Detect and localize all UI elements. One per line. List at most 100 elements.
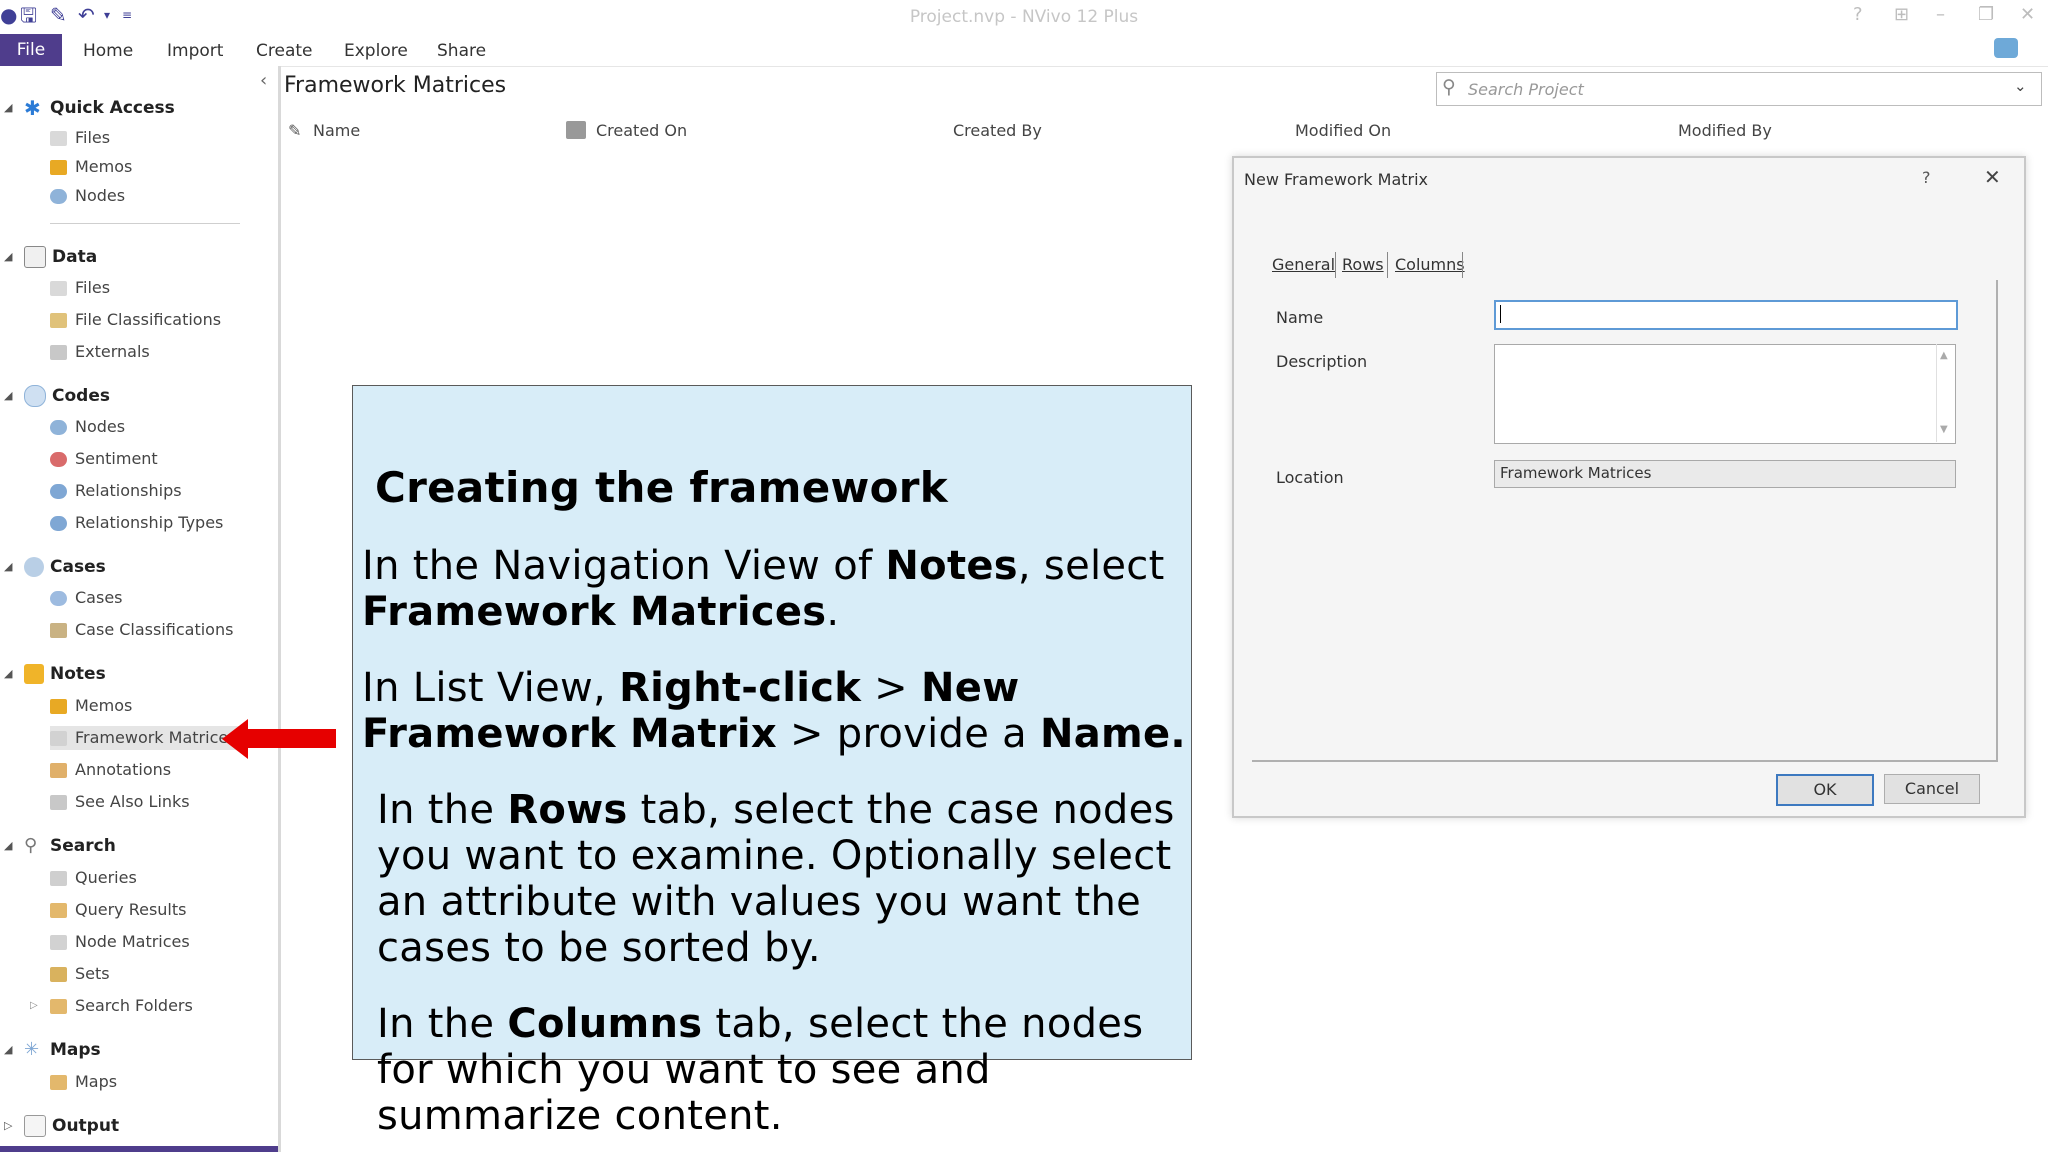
- minimize-icon[interactable]: –: [1936, 5, 1945, 25]
- nav-item-queries[interactable]: Queries: [50, 866, 137, 890]
- column-created-on[interactable]: Created On: [596, 121, 687, 140]
- expanded-icon: ◢: [4, 101, 13, 114]
- description-label: Description: [1276, 352, 1368, 371]
- ok-button[interactable]: OK: [1776, 774, 1874, 806]
- expanded-icon: ◢: [4, 667, 13, 680]
- relationships-icon: [50, 484, 67, 499]
- nav-group-search[interactable]: ◢ ⚲ Search: [4, 834, 116, 858]
- name-field[interactable]: [1494, 300, 1958, 330]
- data-icon: [24, 246, 46, 268]
- tab-explore[interactable]: Explore: [344, 41, 408, 61]
- tab-import[interactable]: Import: [167, 41, 223, 61]
- nav-item-code-nodes[interactable]: Nodes: [50, 415, 125, 439]
- nav-item-annotations[interactable]: Annotations: [50, 758, 171, 782]
- sets-icon: [50, 967, 67, 982]
- search-icon: ⚲: [1442, 76, 1456, 98]
- queries-icon: [50, 871, 67, 886]
- nav-item-data-files[interactable]: Files: [50, 276, 110, 300]
- nav-item-notes-memos[interactable]: Memos: [50, 694, 132, 718]
- nav-item-cases[interactable]: Cases: [50, 586, 123, 610]
- cases-icon: [24, 557, 44, 577]
- name-label: Name: [1276, 308, 1324, 327]
- query-results-icon: [50, 903, 67, 918]
- dialog-help-icon[interactable]: ?: [1922, 168, 1931, 187]
- node-matrices-icon: [50, 935, 67, 950]
- collapsed-icon: ▷: [4, 1119, 13, 1132]
- description-field[interactable]: [1494, 344, 1956, 444]
- nav-group-cases[interactable]: ◢ Cases: [4, 555, 106, 579]
- tab-divider: [1335, 252, 1336, 278]
- ribbon-display-icon[interactable]: ⊞: [1894, 5, 1909, 25]
- nav-item-sentiment[interactable]: Sentiment: [50, 447, 158, 471]
- nav-item-sets[interactable]: Sets: [50, 962, 110, 986]
- callout-step-1: In the Navigation View of Notes, select …: [362, 543, 1165, 635]
- expanded-icon: ◢: [4, 839, 13, 852]
- tab-columns[interactable]: Columns: [1395, 255, 1465, 274]
- nav-item-search-folders[interactable]: ▷ Search Folders: [30, 994, 193, 1018]
- chevron-down-icon[interactable]: ⌄: [2014, 77, 2027, 95]
- nav-group-codes[interactable]: ◢ Codes: [4, 384, 110, 408]
- tab-create[interactable]: Create: [256, 41, 313, 61]
- column-name[interactable]: Name: [313, 121, 360, 140]
- nodes-icon: [50, 420, 67, 435]
- notes-icon: [24, 664, 44, 684]
- text-caret: [1500, 305, 1501, 323]
- nav-item-case-classifications[interactable]: Case Classifications: [50, 618, 233, 642]
- tab-home[interactable]: Home: [83, 41, 133, 61]
- nav-item-framework-matrices[interactable]: Framework Matrices: [50, 726, 243, 750]
- case-classification-icon: [50, 623, 67, 638]
- codes-icon: [24, 385, 46, 407]
- nav-item-file-classifications[interactable]: File Classifications: [50, 308, 221, 332]
- scroll-down-icon[interactable]: ▼: [1940, 424, 1948, 435]
- close-icon[interactable]: ✕: [2020, 5, 2035, 25]
- tab-file[interactable]: File: [0, 34, 62, 66]
- column-header-row: [282, 112, 2048, 148]
- nav-item-nodes[interactable]: Nodes: [50, 184, 125, 208]
- annotations-icon: [50, 763, 67, 778]
- nav-item-maps[interactable]: Maps: [50, 1070, 117, 1094]
- callout-step-4: In the Columns tab, select the nodes for…: [377, 1001, 1144, 1139]
- framework-matrix-icon: [50, 731, 67, 746]
- nav-group-notes[interactable]: ◢ Notes: [4, 662, 106, 686]
- expanded-icon: ◢: [4, 1043, 13, 1056]
- callout-step-2: In List View, Right-click > New Framewor…: [362, 665, 1186, 757]
- nav-item-query-results[interactable]: Query Results: [50, 898, 186, 922]
- nav-group-quick-access[interactable]: ◢ ✱ Quick Access: [4, 96, 175, 120]
- nav-item-memos[interactable]: Memos: [50, 155, 132, 179]
- see-also-links-icon: [50, 795, 67, 810]
- nav-item-relationship-types[interactable]: Relationship Types: [50, 511, 223, 535]
- nav-item-externals[interactable]: Externals: [50, 340, 150, 364]
- help-icon[interactable]: ?: [1853, 5, 1863, 25]
- comment-icon[interactable]: [1994, 38, 2018, 58]
- memos-icon: [50, 160, 67, 175]
- externals-icon: [50, 345, 67, 360]
- nav-group-output[interactable]: ▷ Output: [4, 1114, 119, 1138]
- restore-icon[interactable]: ❐: [1978, 5, 1994, 25]
- nav-item-node-matrices[interactable]: Node Matrices: [50, 930, 190, 954]
- red-arrow-shaft: [242, 729, 336, 748]
- created-on-icon: [566, 121, 586, 139]
- classification-icon: [50, 313, 67, 328]
- search-placeholder: Search Project: [1468, 80, 1584, 99]
- tab-divider: [1387, 252, 1388, 278]
- nav-group-data[interactable]: ◢ Data: [4, 245, 97, 269]
- scroll-up-icon[interactable]: ▲: [1940, 350, 1948, 361]
- list-view-title: Framework Matrices: [284, 73, 507, 98]
- navigation-view: [0, 66, 281, 1152]
- cancel-button[interactable]: Cancel: [1884, 774, 1980, 804]
- column-created-by[interactable]: Created By: [953, 121, 1042, 140]
- nav-item-files[interactable]: Files: [50, 126, 110, 150]
- column-modified-by[interactable]: Modified By: [1678, 121, 1772, 140]
- collapse-pane-icon[interactable]: ‹: [260, 70, 267, 91]
- location-label: Location: [1276, 468, 1344, 487]
- dialog-close-icon[interactable]: ✕: [1984, 165, 2001, 189]
- nav-item-see-also-links[interactable]: See Also Links: [50, 790, 190, 814]
- column-modified-on[interactable]: Modified On: [1295, 121, 1391, 140]
- tab-general[interactable]: General: [1272, 255, 1335, 274]
- nav-group-maps[interactable]: ◢ ✳ Maps: [4, 1038, 101, 1062]
- tab-rows[interactable]: Rows: [1342, 255, 1384, 274]
- maps-icon: ✳: [24, 1039, 40, 1060]
- tab-share[interactable]: Share: [437, 41, 486, 61]
- nav-item-relationships[interactable]: Relationships: [50, 479, 182, 503]
- callout-step-3: In the Rows tab, select the case nodes y…: [377, 787, 1175, 971]
